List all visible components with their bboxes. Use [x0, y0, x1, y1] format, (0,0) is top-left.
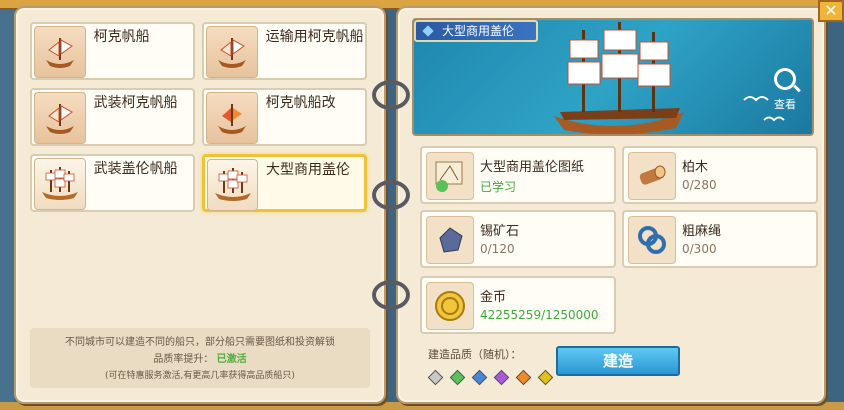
sea-background-right [826, 0, 844, 410]
galleon-icon [34, 158, 86, 210]
ship-card-4[interactable]: 武装盖伦帆船 [30, 154, 195, 212]
material-count: 0/300 [682, 242, 717, 256]
ship-card-name: 运输用柯克帆船 [265, 29, 364, 45]
material-name: 金币 [480, 290, 507, 305]
quality-gems [427, 368, 557, 387]
material-name: 锡矿石 [480, 224, 520, 239]
sea-background-left [0, 0, 14, 410]
binder-ring [372, 280, 410, 310]
material-count: 42255259/1250000 [480, 308, 599, 322]
blueprint-icon [426, 152, 474, 200]
ship-card-5-selected[interactable]: 大型商用盖伦 [202, 154, 367, 212]
ship-card-name: 大型商用盖伦 [266, 162, 350, 178]
diamond-icon [422, 25, 434, 37]
ship-preview: 大型商用盖伦 查看 [412, 18, 814, 136]
ship-card-name: 柯克帆船 [93, 29, 150, 45]
ship-icon [34, 92, 86, 144]
note-line-3: (可在特惠服务激活,有更高几率获得高品质船只) [105, 371, 295, 381]
build-quality-label: 建造品质（随机）： [428, 348, 522, 361]
material-count: 已学习 [480, 180, 517, 194]
ship-card-3[interactable]: 柯克帆船改 [202, 88, 367, 146]
material-count: 0/280 [682, 178, 717, 192]
binder-ring [372, 80, 410, 110]
material-gold-coin[interactable]: 金币 42255259/1250000 [420, 276, 616, 334]
material-name: 大型商用盖伦图纸 [480, 160, 585, 175]
quality-gem-icon [538, 369, 554, 386]
ship-list-page: 柯克帆船 运输用柯克帆船 武装柯克帆船 柯克帆船改 武装盖伦帆船 大型商用盖伦 … [14, 6, 386, 404]
quality-rate-label: 品质率提升： [153, 354, 214, 365]
quality-gem-icon [449, 369, 466, 386]
ship-card-name: 武装盖伦帆船 [93, 161, 178, 177]
ship-card-1[interactable]: 运输用柯克帆船 [202, 22, 367, 80]
material-name: 粗麻绳 [682, 224, 722, 239]
view-button[interactable]: 查看 [774, 68, 796, 112]
ship-icon [206, 26, 258, 78]
material-blueprint[interactable]: 大型商用盖伦图纸 已学习 [420, 146, 616, 204]
build-button[interactable]: 建造 [556, 346, 680, 376]
note-line-2: 品质率提升： 已激活 [30, 350, 370, 365]
ship-title-banner: 大型商用盖伦 [414, 20, 538, 42]
binder-ring [372, 180, 410, 210]
material-hemp-rope[interactable]: 粗麻绳 0/300 [622, 210, 818, 268]
close-icon[interactable]: ✕ [818, 0, 844, 22]
ship-card-0[interactable]: 柯克帆船 [30, 22, 195, 80]
note-line-1: 不同城市可以建造不同的船只，部分船只需要图纸和投资解锁 [65, 337, 335, 348]
material-tin-ore[interactable]: 锡矿石 0/120 [420, 210, 616, 268]
quality-gem-icon [427, 369, 444, 386]
ship-icon [206, 92, 258, 144]
material-name: 柏木 [682, 160, 709, 175]
ore-icon [426, 216, 474, 264]
ship-icon [34, 26, 86, 78]
quality-gem-icon [494, 369, 510, 386]
material-cypress-wood[interactable]: 柏木 0/280 [622, 146, 818, 204]
ship-title: 大型商用盖伦 [442, 24, 515, 38]
quality-rate-status: 已激活 [216, 354, 247, 365]
view-label: 查看 [774, 98, 796, 111]
quality-gem-icon [516, 369, 532, 386]
rope-icon [628, 216, 676, 264]
galleon-icon [207, 159, 258, 211]
quality-gem-icon [471, 369, 488, 386]
ship-card-2[interactable]: 武装柯克帆船 [30, 88, 195, 146]
log-icon [628, 152, 676, 200]
magnifier-icon [774, 68, 796, 90]
ship-card-name: 柯克帆船改 [265, 95, 336, 111]
material-count: 0/120 [480, 242, 515, 256]
build-info-note: 不同城市可以建造不同的船只，部分船只需要图纸和投资解锁 品质率提升： 已激活 (… [30, 328, 370, 388]
ship-card-name: 武装柯克帆船 [93, 95, 178, 111]
coin-icon [426, 282, 474, 330]
ship-detail-page: 大型商用盖伦 查看 大型商用盖伦图纸 已学习 柏木 0/280 锡矿石 0/12… [396, 6, 826, 404]
